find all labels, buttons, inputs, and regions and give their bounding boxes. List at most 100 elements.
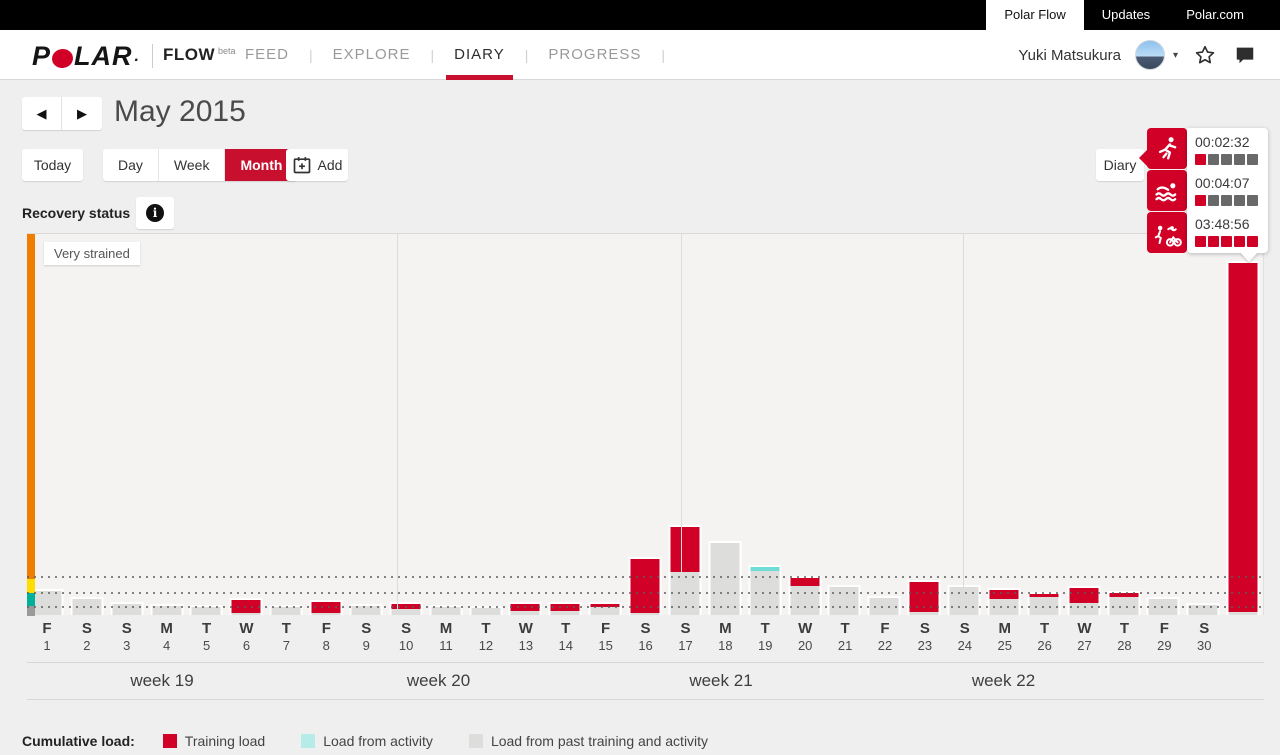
- today-button[interactable]: Today: [22, 149, 83, 181]
- day-letter: S: [666, 620, 706, 638]
- day-letter: F: [586, 620, 626, 638]
- day-bar-26[interactable]: [1027, 592, 1060, 615]
- day-bar-3[interactable]: [110, 602, 143, 615]
- day-letter: S: [346, 620, 386, 638]
- day-label-10: S10: [386, 620, 426, 654]
- day-letter: W: [506, 620, 546, 638]
- diary-button[interactable]: Diary: [1096, 149, 1144, 181]
- day-label-5: T5: [187, 620, 227, 654]
- day-letter: M: [705, 620, 745, 638]
- scale-very-strained: [27, 234, 35, 579]
- day-letter: S: [1184, 620, 1224, 638]
- load-square-filled: [1247, 236, 1258, 247]
- nav-item-feed[interactable]: FEED: [225, 30, 309, 80]
- day-number: 10: [386, 638, 426, 654]
- day-label-14: T14: [546, 620, 586, 654]
- training-load-segment: [1229, 263, 1258, 612]
- cumulative-load-legend: Cumulative load: Training loadLoad from …: [22, 733, 744, 749]
- day-label-11: M11: [426, 620, 466, 654]
- popup-sport-icons: [1147, 128, 1187, 253]
- calendar-add-icon: [292, 155, 312, 175]
- week-gridline: [681, 234, 682, 615]
- week-label-empty: [1145, 663, 1264, 699]
- add-button[interactable]: Add: [286, 149, 348, 181]
- past-load-segment: [631, 613, 660, 615]
- chevron-down-icon[interactable]: ▾: [1173, 50, 1178, 61]
- nav-item-progress[interactable]: PROGRESS: [528, 30, 661, 80]
- feedback-chat-icon[interactable]: [1232, 42, 1258, 68]
- avatar[interactable]: [1135, 40, 1165, 70]
- day-column-31: [1223, 234, 1263, 615]
- day-letter: M: [985, 620, 1025, 638]
- day-number: 18: [705, 638, 745, 654]
- swimming-icon[interactable]: [1147, 170, 1187, 211]
- view-option-day[interactable]: Day: [103, 149, 159, 181]
- flow-brand: FLOW beta: [152, 44, 236, 68]
- day-label-18: M18: [705, 620, 745, 654]
- day-bar-28[interactable]: [1107, 591, 1140, 615]
- view-switcher: DayWeekMonth: [103, 149, 297, 181]
- day-number: 5: [187, 638, 227, 654]
- day-column-29: [1144, 234, 1184, 615]
- day-column-24: [944, 234, 984, 615]
- day-bar-13[interactable]: [509, 602, 542, 615]
- day-bar-27[interactable]: [1067, 586, 1100, 615]
- day-label-25: M25: [985, 620, 1025, 654]
- day-bar-31[interactable]: [1227, 261, 1260, 615]
- past-load-segment: [910, 612, 939, 615]
- day-number: 7: [266, 638, 306, 654]
- triathlon-icon[interactable]: [1147, 212, 1187, 253]
- day-bar-30[interactable]: [1187, 603, 1220, 615]
- topbar-tab-polar-com[interactable]: Polar.com: [1168, 0, 1262, 30]
- sport-duration: 00:04:07: [1195, 175, 1260, 192]
- legend-item-load-from-activity: Load from activity: [301, 733, 433, 749]
- day-number: 29: [1144, 638, 1184, 654]
- day-letter: S: [905, 620, 945, 638]
- day-bar-23[interactable]: [908, 580, 941, 615]
- sport-duration: 00:02:32: [1195, 134, 1260, 151]
- day-label-30: S30: [1184, 620, 1224, 654]
- nav-item-diary[interactable]: DIARY: [434, 30, 525, 80]
- polar-logo[interactable]: PLAR.: [32, 41, 140, 72]
- day-number: 11: [426, 638, 466, 654]
- day-bar-14[interactable]: [549, 602, 582, 615]
- user-name[interactable]: Yuki Matsukura: [1018, 47, 1121, 64]
- day-bar-10[interactable]: [389, 602, 422, 615]
- day-column-20: [785, 234, 825, 615]
- day-bar-15[interactable]: [589, 602, 622, 615]
- past-load-segment: [511, 611, 540, 615]
- next-month-button[interactable]: ▶: [62, 97, 102, 130]
- load-square-empty: [1208, 154, 1219, 165]
- favorites-star-icon[interactable]: [1192, 42, 1218, 68]
- day-bar-18[interactable]: [708, 541, 741, 615]
- view-option-week[interactable]: Week: [159, 149, 226, 181]
- day-column-13: [506, 234, 546, 615]
- day-label-3: S3: [107, 620, 147, 654]
- day-bar-17[interactable]: [668, 525, 701, 615]
- running-icon[interactable]: [1147, 128, 1187, 169]
- info-button[interactable]: i: [136, 197, 174, 229]
- logo-dot: .: [135, 48, 140, 66]
- day-label-19: T19: [745, 620, 785, 654]
- day-column-8: [306, 234, 346, 615]
- scale-strained: [27, 579, 35, 593]
- legend-swatch: [301, 734, 315, 748]
- day-letter: T: [1104, 620, 1144, 638]
- day-letter: T: [825, 620, 865, 638]
- day-label-none: [1224, 620, 1264, 654]
- nav-item-explore[interactable]: EXPLORE: [313, 30, 431, 80]
- day-label-27: W27: [1065, 620, 1105, 654]
- day-number: 30: [1184, 638, 1224, 654]
- day-number: 9: [346, 638, 386, 654]
- day-column-4: [147, 234, 187, 615]
- legend-swatch: [163, 734, 177, 748]
- legend-item-training-load: Training load: [163, 733, 265, 749]
- prev-month-button[interactable]: ◀: [22, 97, 62, 130]
- day-letter: T: [745, 620, 785, 638]
- topbar-tab-polar-flow[interactable]: Polar Flow: [986, 0, 1083, 30]
- day-bar-20[interactable]: [788, 576, 821, 615]
- topbar-tab-updates[interactable]: Updates: [1084, 0, 1168, 30]
- day-bar-21[interactable]: [828, 585, 861, 615]
- day-column-19: [745, 234, 785, 615]
- day-bar-24[interactable]: [948, 585, 981, 615]
